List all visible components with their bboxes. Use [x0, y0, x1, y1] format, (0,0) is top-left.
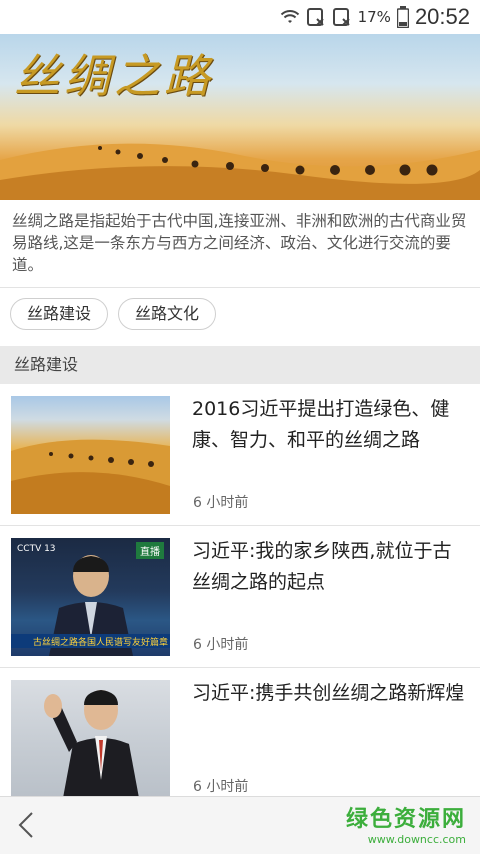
news-thumbnail-tv: CCTV 13 直播 古丝绸之路各国人民谱写友好篇章	[11, 538, 170, 656]
news-title: 习近平:我的家乡陕西,就位于古丝绸之路的起点	[192, 540, 452, 593]
watermark: 绿色资源网 www.downcc.com	[346, 801, 466, 846]
no-sim-icon	[332, 8, 350, 26]
watermark-main: 绿色资源网	[345, 807, 466, 832]
news-item[interactable]: CCTV 13 直播 古丝绸之路各国人民谱写友好篇章 习近平:我的家乡陕西,就位…	[0, 526, 480, 668]
news-time: 6 小时前	[193, 637, 249, 653]
news-list: 2016习近平提出打造绿色、健康、智力、和平的丝绸之路 6 小时前 CCTV 1…	[0, 384, 480, 810]
news-time: 6 小时前	[193, 779, 249, 795]
news-item[interactable]: 习近平:携手共创丝绸之路新辉煌 6 小时前	[0, 668, 480, 810]
section-header: 丝路建设	[0, 346, 480, 384]
desert-caravan-thumb-icon	[11, 439, 170, 514]
live-badge: 直播	[136, 542, 164, 559]
tag-silk-road-culture[interactable]: 丝路文化	[118, 298, 217, 330]
desert-caravan-illustration	[0, 143, 480, 200]
news-time: 6 小时前	[193, 495, 249, 511]
banner-image: 丝绸之路	[0, 34, 480, 200]
news-thumbnail-desert	[11, 396, 170, 514]
no-sim-icon	[306, 8, 324, 26]
clock: 20:52	[414, 4, 470, 29]
news-item[interactable]: 2016习近平提出打造绿色、健康、智力、和平的丝绸之路 6 小时前	[0, 384, 480, 526]
back-arrow-icon[interactable]	[12, 809, 44, 841]
bottom-navigation-bar: 绿色资源网 www.downcc.com	[0, 796, 480, 854]
intro-description: 丝绸之路是指起始于古代中国,连接亚洲、非洲和欧洲的古代商业贸易路线,这是一条东方…	[0, 200, 480, 288]
tag-list: 丝路建设 丝路文化	[0, 298, 480, 338]
waving-person-icon	[44, 690, 139, 798]
wifi-icon	[280, 10, 299, 23]
banner-title-art: 丝绸之路	[14, 49, 214, 103]
tag-silk-road-construction[interactable]: 丝路建设	[10, 298, 109, 330]
watermark-sub: www.downcc.com	[367, 833, 466, 846]
news-thumbnail-portrait	[11, 680, 170, 798]
battery-percent: 17%	[357, 8, 391, 26]
status-icons: 17% 20:52	[280, 4, 470, 30]
battery-icon	[396, 6, 409, 28]
tv-caption: 古丝绸之路各国人民谱写友好篇章	[33, 638, 169, 648]
status-bar: 17% 20:52	[0, 0, 480, 34]
news-title: 2016习近平提出打造绿色、健康、智力、和平的丝绸之路	[192, 398, 450, 451]
news-title: 习近平:携手共创丝绸之路新辉煌	[192, 682, 465, 704]
channel-logo: CCTV 13	[17, 544, 56, 554]
